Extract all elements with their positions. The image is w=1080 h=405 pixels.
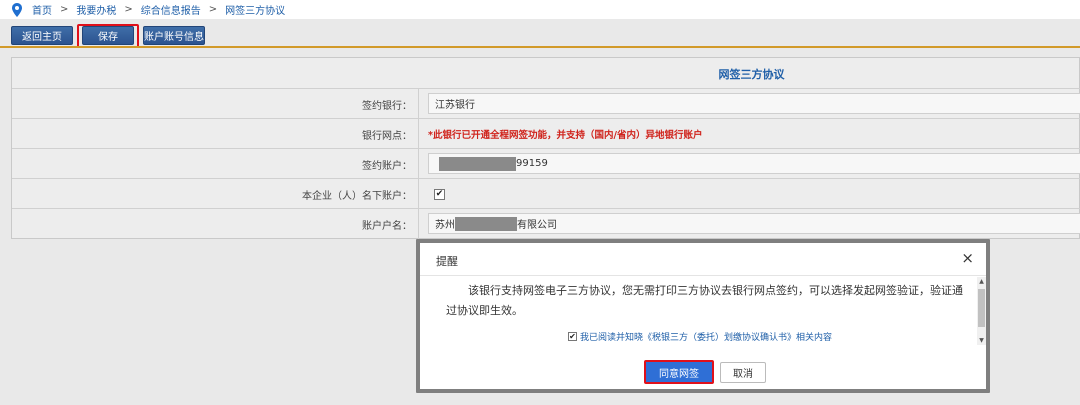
toolbar-divider [0,46,1080,48]
breadcrumb-item-current[interactable]: 网签三方协议 [225,2,285,17]
toolbar: 返回主页 保存 账户账号信息 [0,19,1080,48]
redacted-mask [455,216,517,231]
close-icon[interactable]: × [961,251,974,266]
breadcrumb-item-tax[interactable]: 我要办税 [76,2,116,17]
scroll-up-icon[interactable]: ▲ [977,277,986,286]
dialog-message: 该银行支持网签电子三方协议，您无需打印三方协议去银行网点签约，可以选择发起网签验… [446,284,963,317]
breadcrumb-separator: > [60,4,69,15]
reminder-dialog-frame: 提醒 × 该银行支持网签电子三方协议，您无需打印三方协议去银行网点签约，可以选择… [416,239,990,393]
redacted-mask [439,156,516,171]
breadcrumb-separator: > [124,4,133,15]
form-row-account: 签约账户： 99159 [12,149,1080,179]
breadcrumb-item-report[interactable]: 综合信息报告 [141,2,201,17]
breadcrumb: 首页 > 我要办税 > 综合信息报告 > 网签三方协议 [0,0,1080,19]
form-title: 网签三方协议 [718,67,785,81]
location-pin-icon [10,2,23,18]
account-name-label: 账户户名： [12,209,419,239]
account-label: 签约账户： [12,149,419,179]
form-row-branch: 银行网点： *此银行已开通全程网签功能，并支持（国内/省内）异地银行账户 [12,119,1080,149]
dialog-header: 提醒 × [420,243,986,276]
agreement-text[interactable]: 我已阅读并知晓《税银三方（委托）划缴协议确认书》相关内容 [580,330,832,343]
own-account-checkbox[interactable]: ✔ [434,188,445,200]
account-number-suffix: 99159 [516,158,548,169]
account-field[interactable]: 99159 [428,153,1080,174]
dialog-scrollbar[interactable]: ▲ ▼ [977,277,986,345]
branch-label: 银行网点： [12,119,419,149]
scrollbar-thumb[interactable] [978,289,985,327]
form-row-own-account: 本企业（人）名下账户： ✔ [12,179,1080,209]
branch-notice: *此银行已开通全程网签功能，并支持（国内/省内）异地银行账户 [428,130,703,141]
dialog-title: 提醒 [436,255,458,268]
account-name-field[interactable]: 苏州 有限公司 [428,213,1080,234]
agree-sign-button[interactable]: 同意网签 [644,360,714,384]
account-info-button[interactable]: 账户账号信息 [143,26,205,45]
save-highlight [77,24,139,48]
agreement-confirm[interactable]: ✔ 我已阅读并知晓《税银三方（委托）划缴协议确认书》相关内容 [420,330,980,343]
breadcrumb-separator: > [208,4,218,15]
form-row-bank: 签约银行： 江苏银行 [12,89,1080,119]
agreement-form: 网签三方协议 签约银行： 江苏银行 银行网点： *此银行已开通全程网签功能，并支… [11,57,1080,239]
account-name-prefix: 苏州 [435,220,455,231]
breadcrumb-item-home[interactable]: 首页 [32,2,52,17]
form-header: 网签三方协议 [12,58,1080,89]
back-home-button[interactable]: 返回主页 [11,26,73,45]
scroll-down-icon[interactable]: ▼ [977,336,986,345]
agreement-checkbox[interactable]: ✔ [567,332,577,341]
cancel-button[interactable]: 取消 [720,362,766,383]
account-name-suffix: 有限公司 [517,220,557,231]
form-row-account-name: 账户户名： 苏州 有限公司 [12,209,1080,239]
bank-select[interactable]: 江苏银行 [428,93,1080,114]
own-account-label: 本企业（人）名下账户： [12,179,419,209]
bank-label: 签约银行： [12,89,419,119]
reminder-dialog: 提醒 × 该银行支持网签电子三方协议，您无需打印三方协议去银行网点签约，可以选择… [420,243,986,389]
